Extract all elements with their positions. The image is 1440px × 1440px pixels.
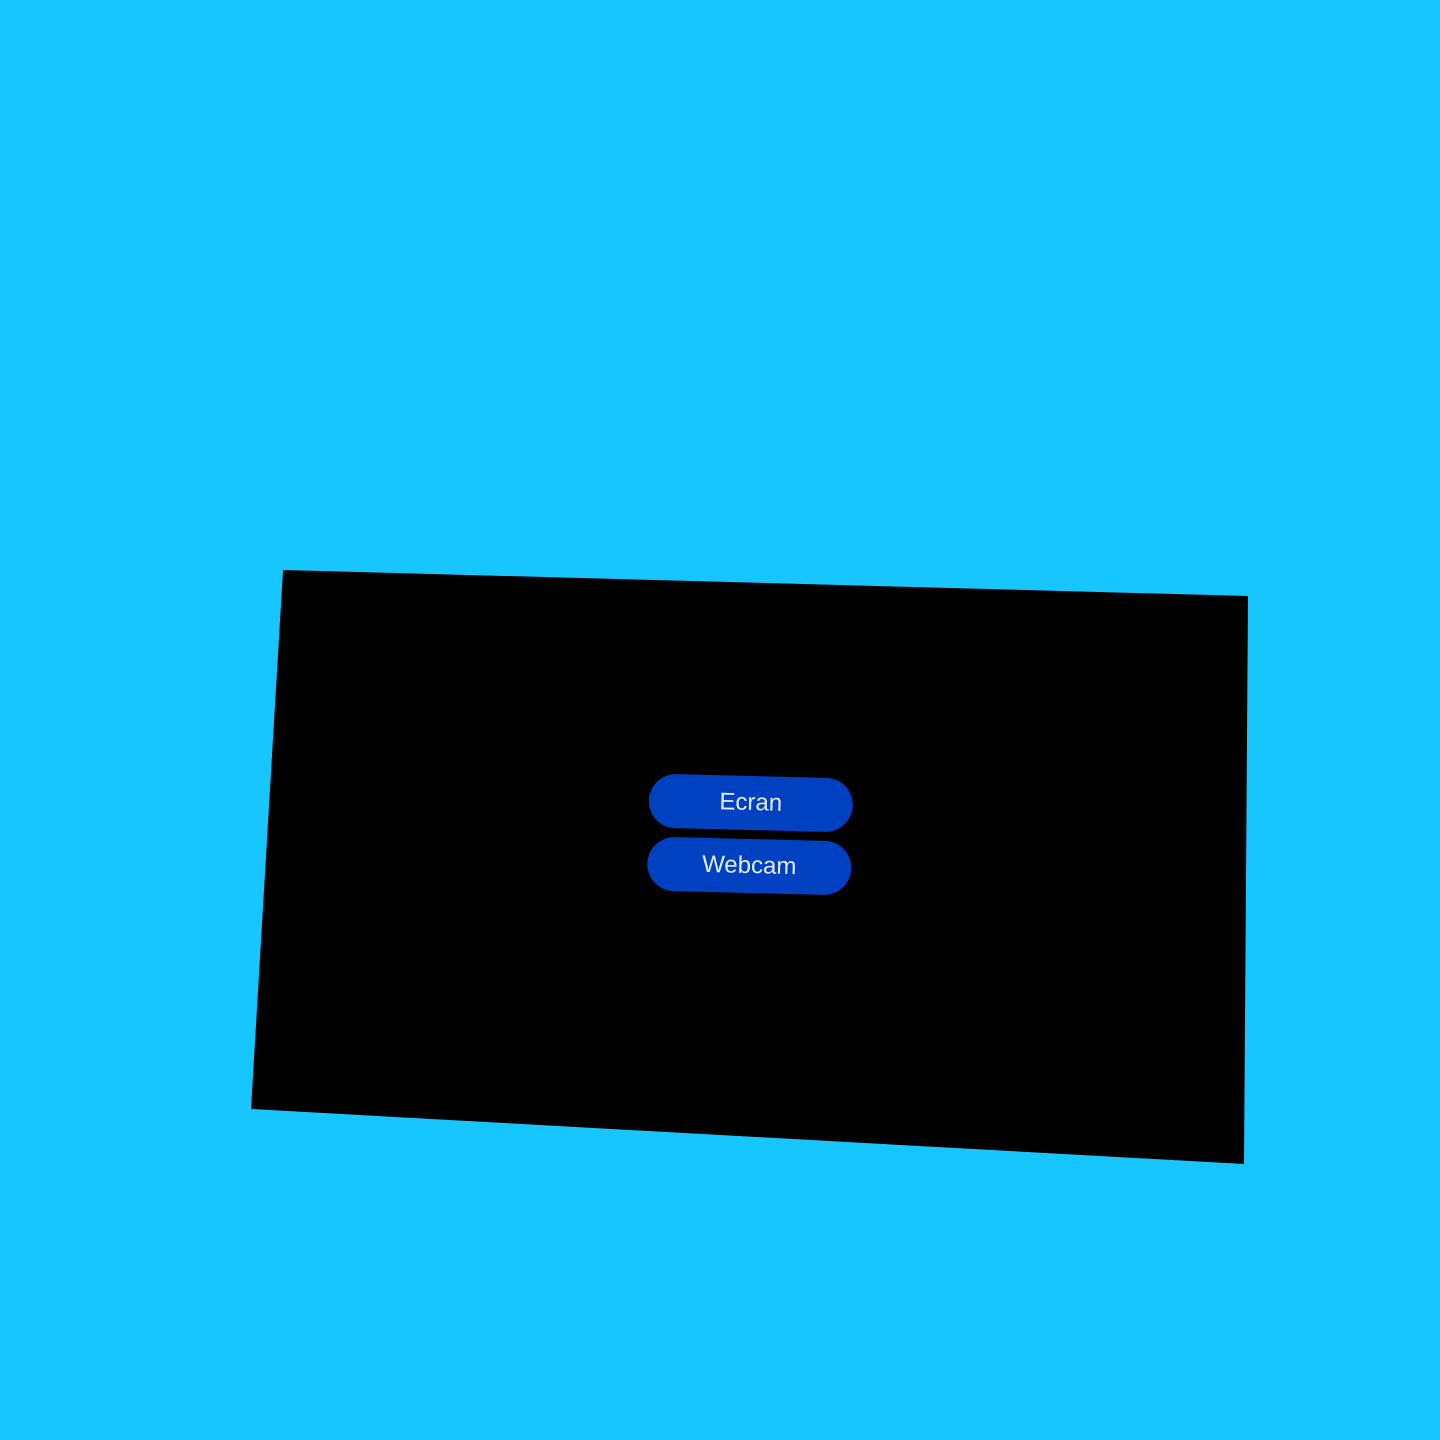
screen-source-button[interactable]: Ecran: [648, 773, 854, 833]
webcam-source-button[interactable]: Webcam: [646, 836, 852, 896]
source-picker: Ecran Webcam: [646, 773, 854, 905]
vr-scene-background: Ecran Webcam: [0, 0, 1440, 1440]
video-panel: [251, 570, 1248, 1164]
